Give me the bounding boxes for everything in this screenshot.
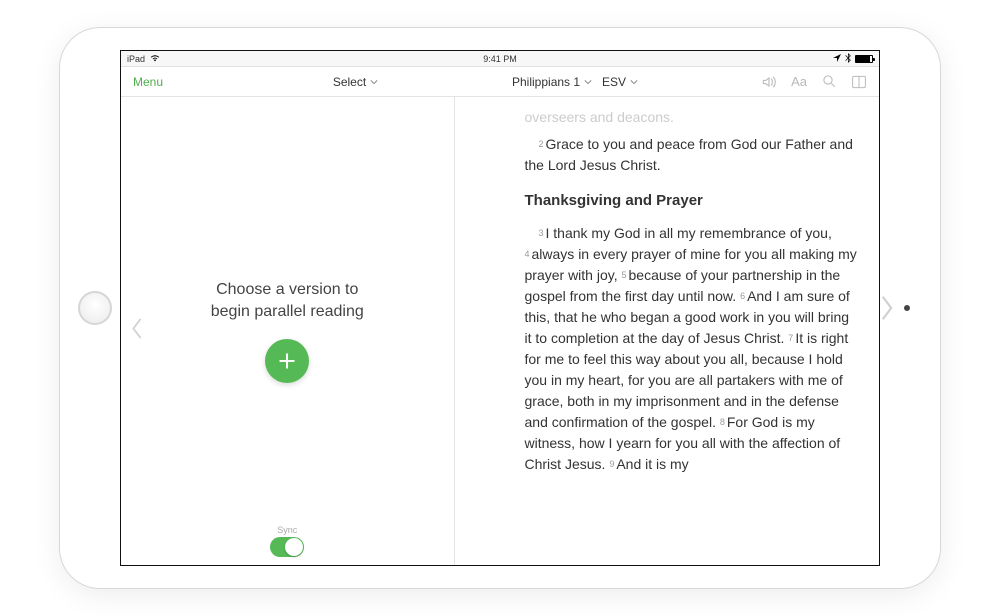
section-heading: Thanksgiving and Prayer [525,190,858,213]
device-label: iPad [127,54,145,64]
parallel-view-icon[interactable] [851,74,867,90]
wifi-icon [149,54,161,63]
screen: iPad 9:41 PM Menu Select [120,50,880,566]
select-version-dropdown[interactable]: Select [333,75,378,89]
version-dropdown[interactable]: ESV [602,75,638,89]
verses-3-9: 3I thank my God in all my remembrance of… [525,223,858,475]
clock: 9:41 PM [483,54,517,64]
next-page-chevron[interactable] [876,290,898,326]
verse-number: 5 [622,270,627,280]
verse-number: 2 [539,139,544,149]
parallel-pane-empty: Choose a version to begin parallel readi… [121,97,455,565]
audio-icon[interactable] [761,74,777,90]
verse-number: 6 [740,291,745,301]
chevron-down-icon [584,79,592,85]
app-toolbar: Menu Select Philippians 1 ESV [121,67,879,97]
bottom-fade [455,543,880,565]
version-label: ESV [602,75,626,89]
pane-prev-chevron[interactable] [131,317,143,346]
chevron-down-icon [370,79,378,85]
verse-number: 9 [609,459,614,469]
verse-number: 8 [720,417,725,427]
battery-icon [855,55,873,63]
verse-number: 7 [788,333,793,343]
prev-page-chevron[interactable] [100,290,122,326]
content-panes: Choose a version to begin parallel readi… [121,97,879,565]
add-version-button[interactable] [265,339,309,383]
reading-pane[interactable]: overseers and deacons. 2Grace to you and… [455,97,880,565]
sync-label: Sync [277,525,297,535]
sync-toggle[interactable] [270,537,304,557]
font-settings-button[interactable]: Aa [791,74,807,89]
select-label: Select [333,75,366,89]
search-icon[interactable] [821,74,837,90]
verse-number: 3 [539,228,544,238]
book-label: Philippians 1 [512,75,580,89]
sync-control: Sync [270,525,304,557]
bluetooth-icon [845,53,851,65]
menu-button[interactable]: Menu [133,75,163,89]
parallel-placeholder: Choose a version to begin parallel readi… [211,279,364,324]
location-icon [833,54,841,64]
cutoff-prev-line: overseers and deacons. [525,107,858,128]
ipad-frame: iPad 9:41 PM Menu Select [60,28,940,588]
status-bar: iPad 9:41 PM [121,51,879,67]
camera-dot [904,305,910,311]
verse-2: 2Grace to you and peace from God our Fat… [525,134,858,176]
chevron-down-icon [630,79,638,85]
verse-number: 4 [525,249,530,259]
plus-icon [277,351,297,371]
book-chapter-dropdown[interactable]: Philippians 1 [512,75,592,89]
